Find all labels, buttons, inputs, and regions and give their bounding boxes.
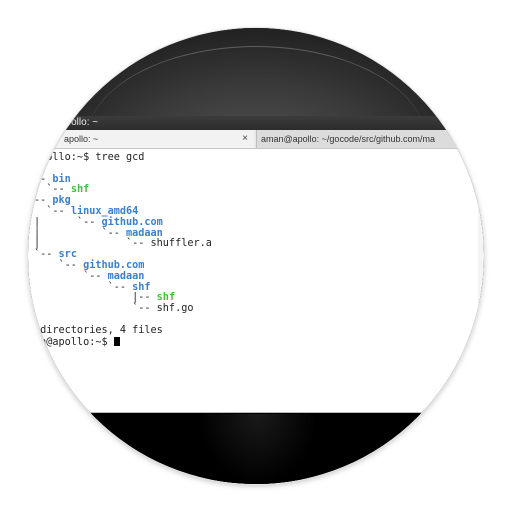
bottom-glow	[198, 414, 318, 484]
terminal-line-text: `--	[34, 281, 133, 293]
terminal-line-text: | `--	[34, 216, 102, 228]
directory-name: madaan	[126, 227, 163, 239]
terminal-line-text: --	[34, 173, 53, 185]
terminal-output[interactable]: apollo:~$ tree gcd -- bin `-- shf -- pkg `…	[28, 149, 479, 413]
terminal-line-text: apollo:~$ tree gcd	[34, 152, 145, 163]
terminal-line-text: `--	[34, 205, 71, 217]
tab-gocode-label: aman@apollo: ~/gocode/src/github.com/ma	[261, 134, 435, 144]
divider	[86, 412, 484, 413]
window-titlebar[interactable]: apollo: ~	[28, 116, 484, 130]
terminal-line-text: `--	[34, 184, 71, 196]
terminal-line-text: `--	[34, 249, 59, 261]
directory-name: src	[58, 249, 77, 261]
icon-circle-frame: apollo: ~ apollo: ~ × aman@apollo: ~/goc…	[28, 28, 484, 484]
close-icon[interactable]: ×	[242, 130, 248, 148]
terminal-line-text: | `--	[34, 227, 127, 239]
executable-name: shf	[70, 184, 90, 196]
terminal-line-text: |--	[34, 292, 157, 304]
directory-name: madaan	[107, 270, 145, 282]
directory-name: pkg	[52, 195, 71, 207]
terminal-line-text: an@apollo:~$	[34, 336, 114, 348]
terminal-line-text: `-- shf.go	[34, 303, 194, 315]
tab-home[interactable]: apollo: ~ ×	[28, 130, 254, 148]
terminal-line-text: --	[34, 195, 53, 207]
terminal-tab-bar: apollo: ~ × aman@apollo: ~/gocode/src/gi…	[28, 130, 484, 149]
terminal-line-text: `--	[34, 259, 84, 271]
directory-name: github.com	[101, 216, 163, 228]
tab-gocode[interactable]: aman@apollo: ~/gocode/src/github.com/ma	[256, 130, 484, 148]
terminal-line: `-- shf.go	[34, 303, 212, 315]
terminal-line: apollo:~$ tree gcd	[34, 152, 212, 164]
terminal-cursor	[113, 336, 120, 346]
directory-name: shf	[132, 281, 151, 293]
app-icon: apollo: ~ apollo: ~ × aman@apollo: ~/goc…	[0, 0, 512, 512]
terminal-line-text: `--	[34, 270, 108, 282]
directory-name: linux_amd64	[70, 205, 139, 217]
terminal-scrollbar[interactable]	[478, 149, 484, 413]
terminal-line: directories, 4 files	[34, 324, 212, 337]
tab-home-label: apollo: ~	[64, 134, 99, 144]
window-title: apollo: ~	[60, 117, 99, 128]
terminal-line-text: directories, 4 files	[34, 324, 163, 336]
executable-name: shf	[156, 292, 176, 304]
directory-name: github.com	[83, 259, 145, 271]
terminal-text: apollo:~$ tree gcd -- bin `-- shf -- pkg `…	[34, 152, 212, 348]
terminal-line-text: | `-- shuffler.a	[34, 238, 212, 250]
directory-name: bin	[52, 173, 71, 185]
terminal-line: an@apollo:~$	[34, 336, 212, 348]
